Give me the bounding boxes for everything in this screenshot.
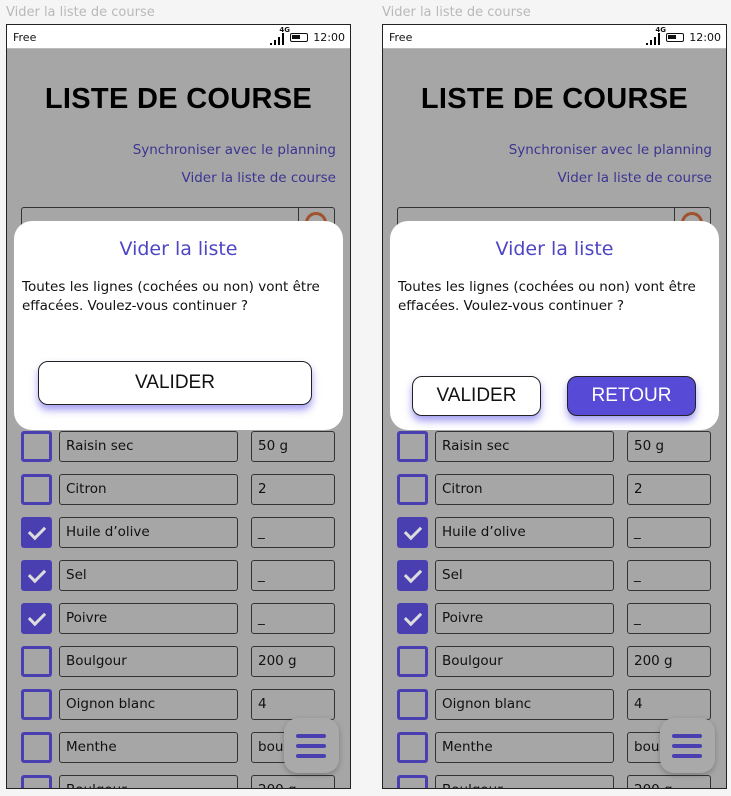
clear-list-dialog: Vider la liste Toutes les lignes (cochée… — [14, 221, 343, 430]
dialog-title: Vider la liste — [119, 238, 238, 260]
item-checkbox[interactable] — [397, 474, 428, 505]
clear-list-dialog: Vider la liste Toutes les lignes (cochée… — [390, 221, 719, 430]
clear-list-link[interactable]: Vider la liste de course — [182, 170, 336, 186]
item-qty-field[interactable]: 200 g — [251, 646, 335, 677]
list-item: Boulgour 200 g — [21, 775, 335, 788]
list-item: Sel _ — [397, 560, 711, 592]
item-checkbox[interactable] — [397, 689, 428, 720]
item-name-field[interactable]: Citron — [435, 474, 614, 505]
item-qty-field[interactable]: 50 g — [627, 431, 711, 462]
item-qty-field[interactable]: 2 — [627, 474, 711, 505]
clock: 12:00 — [313, 31, 345, 44]
page-title: LISTE DE COURSE — [420, 83, 689, 115]
item-name-field[interactable]: Boulgour — [59, 775, 238, 788]
status-bar: Free 4G 12:00 — [383, 25, 726, 49]
sync-planning-link[interactable]: Synchroniser avec le planning — [509, 142, 712, 158]
item-qty-field[interactable]: _ — [251, 560, 335, 591]
signal-icon — [646, 33, 660, 45]
item-name-field[interactable]: Menthe — [59, 732, 238, 763]
carrier: Free — [389, 31, 413, 44]
list-item: Boulgour 200 g — [21, 646, 335, 678]
item-name-field[interactable]: Menthe — [435, 732, 614, 763]
item-qty-field[interactable]: 4 — [627, 689, 711, 720]
item-checkbox[interactable] — [397, 431, 428, 462]
dialog-message: Toutes les lignes (cochées ou non) vont … — [398, 279, 696, 314]
list-item: Poivre _ — [21, 603, 335, 635]
menu-button[interactable] — [284, 718, 339, 773]
item-checkbox[interactable] — [397, 732, 428, 763]
item-name-field[interactable]: Oignon blanc — [59, 689, 238, 720]
list-item: Citron 2 — [21, 474, 335, 506]
list-item: Boulgour 200 g — [397, 775, 711, 788]
item-name-field[interactable]: Raisin sec — [435, 431, 614, 462]
item-checkbox[interactable] — [397, 603, 428, 634]
item-name-field[interactable]: Boulgour — [435, 775, 614, 788]
list-item: Oignon blanc 4 — [397, 689, 711, 721]
item-checkbox[interactable] — [21, 474, 52, 505]
list-item: Oignon blanc 4 — [21, 689, 335, 721]
battery-icon — [290, 33, 308, 42]
item-name-field[interactable]: Raisin sec — [59, 431, 238, 462]
item-name-field[interactable]: Boulgour — [59, 646, 238, 677]
item-checkbox[interactable] — [21, 646, 52, 677]
item-checkbox[interactable] — [21, 689, 52, 720]
item-checkbox[interactable] — [397, 517, 428, 548]
dialog-title: Vider la liste — [495, 238, 614, 260]
frame-label: Vider la liste de course — [6, 5, 155, 20]
item-name-field[interactable]: Sel — [59, 560, 238, 591]
list-item: Boulgour 200 g — [397, 646, 711, 678]
item-checkbox[interactable] — [21, 775, 52, 788]
list-item: Poivre _ — [397, 603, 711, 635]
item-checkbox[interactable] — [21, 560, 52, 591]
phone-frame: Free 4G 12:00 LISTE DE COURSE Synchronis… — [6, 24, 351, 789]
item-checkbox[interactable] — [397, 775, 428, 788]
frame-label: Vider la liste de course — [382, 5, 531, 20]
list-item: Citron 2 — [397, 474, 711, 506]
item-qty-field[interactable]: _ — [627, 560, 711, 591]
item-name-field[interactable]: Citron — [59, 474, 238, 505]
back-button[interactable]: RETOUR — [567, 376, 696, 416]
page-title: LISTE DE COURSE — [44, 83, 313, 115]
clock: 12:00 — [689, 31, 721, 44]
item-name-field[interactable]: Poivre — [59, 603, 238, 634]
item-qty-field[interactable]: 4 — [251, 689, 335, 720]
item-checkbox[interactable] — [397, 560, 428, 591]
item-name-field[interactable]: Oignon blanc — [435, 689, 614, 720]
menu-button[interactable] — [660, 718, 715, 773]
item-name-field[interactable]: Poivre — [435, 603, 614, 634]
clear-list-link[interactable]: Vider la liste de course — [558, 170, 712, 186]
item-checkbox[interactable] — [21, 517, 52, 548]
dialog-message: Toutes les lignes (cochées ou non) vont … — [22, 279, 320, 314]
item-name-field[interactable]: Sel — [435, 560, 614, 591]
status-bar: Free 4G 12:00 — [7, 25, 350, 49]
item-qty-field[interactable]: 200 g — [251, 775, 335, 788]
carrier: Free — [13, 31, 37, 44]
signal-icon — [270, 33, 284, 45]
item-name-field[interactable]: Boulgour — [435, 646, 614, 677]
item-qty-field[interactable]: _ — [251, 603, 335, 634]
list-item: Raisin sec 50 g — [397, 431, 711, 463]
item-qty-field[interactable]: _ — [627, 603, 711, 634]
item-qty-field[interactable]: _ — [627, 517, 711, 548]
item-qty-field[interactable]: _ — [251, 517, 335, 548]
battery-icon — [666, 33, 684, 42]
item-name-field[interactable]: Huile d’olive — [435, 517, 614, 548]
item-name-field[interactable]: Huile d’olive — [59, 517, 238, 548]
phone-frame: Free 4G 12:00 LISTE DE COURSE Synchronis… — [382, 24, 727, 789]
item-checkbox[interactable] — [21, 603, 52, 634]
item-qty-field[interactable]: 200 g — [627, 775, 711, 788]
list-item: Sel _ — [21, 560, 335, 592]
list-item: Huile d’olive _ — [397, 517, 711, 549]
item-checkbox[interactable] — [397, 646, 428, 677]
item-qty-field[interactable]: 2 — [251, 474, 335, 505]
item-qty-field[interactable]: 50 g — [251, 431, 335, 462]
item-qty-field[interactable]: 200 g — [627, 646, 711, 677]
item-checkbox[interactable] — [21, 732, 52, 763]
confirm-button[interactable]: VALIDER — [38, 361, 312, 405]
list-item: Huile d’olive _ — [21, 517, 335, 549]
list-item: Raisin sec 50 g — [21, 431, 335, 463]
confirm-button[interactable]: VALIDER — [412, 376, 541, 416]
item-checkbox[interactable] — [21, 431, 52, 462]
sync-planning-link[interactable]: Synchroniser avec le planning — [133, 142, 336, 158]
